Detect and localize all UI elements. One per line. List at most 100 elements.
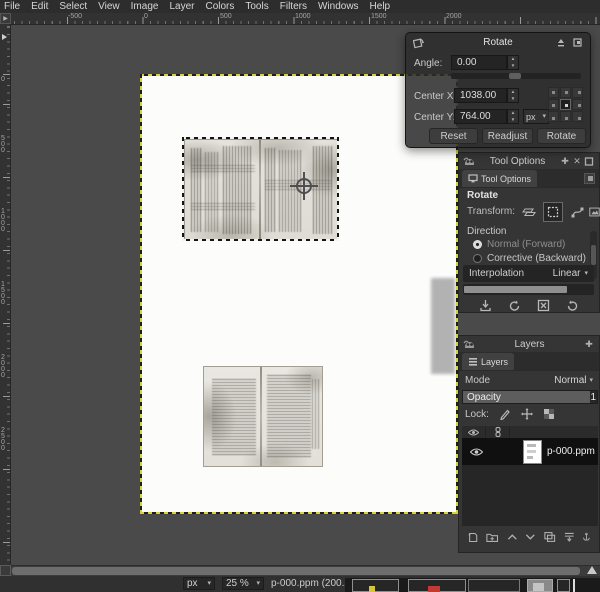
pivot-cell-left[interactable]	[548, 99, 559, 110]
chevron-down-icon: ▾	[589, 377, 593, 384]
pivot-cell-top-left[interactable]	[548, 87, 559, 98]
center-x-spinner[interactable]: ▲ ▼	[507, 88, 519, 103]
zoom-dropdown[interactable]: 25 % ▾	[222, 577, 264, 590]
status-unit-dropdown[interactable]: px ▾	[183, 577, 215, 590]
taskbar-item[interactable]	[352, 579, 399, 592]
pivot-cell-bottom[interactable]	[560, 111, 571, 122]
menu-colors[interactable]: Colors	[205, 1, 234, 12]
mode-dropdown[interactable]: Normal ▾	[554, 375, 593, 386]
taskbar-item[interactable]	[468, 579, 520, 592]
lock-pixels-icon[interactable]	[499, 408, 511, 420]
angle-input[interactable]	[451, 55, 507, 70]
pivot-cell-bottom-right[interactable]	[572, 111, 583, 122]
raise-layer-icon[interactable]	[507, 533, 518, 541]
taskbar-item[interactable]	[408, 579, 466, 592]
tab-menu-button[interactable]	[584, 173, 595, 184]
auto-raise-icon[interactable]	[556, 38, 566, 47]
menu-edit[interactable]: Edit	[31, 1, 48, 12]
menu-help[interactable]: Help	[370, 1, 391, 12]
hruler-label: 1000	[295, 13, 311, 20]
pivot-position-grid[interactable]	[548, 87, 585, 124]
direction-normal-option[interactable]: Normal (Forward)	[473, 239, 565, 250]
tab-layers[interactable]: Layers	[462, 353, 514, 370]
opacity-label: Opacity	[467, 392, 501, 403]
detach-panel-icon[interactable]	[583, 157, 595, 166]
pivot-cell-top-right[interactable]	[572, 87, 583, 98]
vertical-ruler[interactable]: 0 500 1000 1500 2000 2500	[0, 24, 11, 565]
menu-tools[interactable]: Tools	[245, 1, 268, 12]
rotate-dialog[interactable]: Rotate Angle: ▲ ▼ Center X: ▲ ▼ Center Y…	[405, 32, 591, 148]
save-tool-preset-icon[interactable]	[479, 299, 492, 312]
tool-options-horizontal-scrollbar[interactable]	[463, 284, 594, 295]
pivot-cell-center[interactable]	[560, 99, 571, 110]
radio-unselected-icon[interactable]	[473, 254, 482, 263]
configure-tab-icon[interactable]: ✚	[583, 339, 595, 350]
layers-titlebar[interactable]: Layers ✚	[459, 336, 599, 352]
taskbar-item[interactable]	[557, 579, 570, 592]
layer-thumbnail[interactable]	[523, 440, 542, 464]
scroll-up-arrow-icon[interactable]	[587, 566, 597, 574]
tool-options-button-row	[459, 297, 599, 314]
visibility-column-header[interactable]	[462, 426, 486, 438]
rotate-pivot-marker[interactable]	[296, 178, 312, 194]
menu-filters[interactable]: Filters	[280, 1, 307, 12]
tool-options-titlebar[interactable]: Tool Options ✚ ✕	[459, 153, 599, 169]
unit-dropdown[interactable]: px ▾	[523, 109, 549, 124]
spin-down-icon[interactable]: ▼	[508, 117, 518, 124]
transform-path-button[interactable]	[567, 202, 587, 222]
selection-icon	[547, 206, 559, 218]
taskbar-item[interactable]	[527, 579, 553, 592]
lower-layer-icon[interactable]	[525, 533, 536, 541]
spin-down-icon[interactable]: ▼	[508, 63, 518, 70]
angle-slider[interactable]	[451, 73, 581, 79]
transform-image-button[interactable]	[589, 202, 600, 222]
layer-list[interactable]: p-000.ppm	[462, 438, 598, 526]
rotate-dialog-titlebar[interactable]: Rotate	[406, 33, 590, 51]
opacity-slider[interactable]: Opacity 1	[462, 390, 598, 404]
rotate-button[interactable]: Rotate	[537, 128, 586, 144]
new-group-icon[interactable]	[486, 531, 498, 543]
lock-alpha-icon[interactable]	[543, 408, 555, 420]
quick-mask-button[interactable]	[0, 565, 11, 576]
anchor-layer-icon[interactable]	[582, 531, 591, 543]
menu-image[interactable]: Image	[131, 1, 159, 12]
delete-tool-preset-icon[interactable]	[537, 299, 550, 312]
radio-selected-icon[interactable]	[473, 240, 482, 249]
center-y-spinner[interactable]: ▲ ▼	[507, 109, 519, 124]
menu-windows[interactable]: Windows	[318, 1, 359, 12]
close-panel-icon[interactable]: ✕	[571, 156, 583, 167]
ruler-origin-button[interactable]: ▶	[0, 13, 11, 24]
pivot-cell-bottom-left[interactable]	[548, 111, 559, 122]
angle-spinner[interactable]: ▲ ▼	[507, 55, 519, 70]
menu-view[interactable]: View	[98, 1, 120, 12]
configure-tab-icon[interactable]: ✚	[559, 156, 571, 167]
merge-down-icon[interactable]	[564, 531, 575, 543]
angle-slider-handle[interactable]	[509, 73, 521, 79]
duplicate-layer-icon[interactable]	[544, 531, 555, 543]
menu-file[interactable]: File	[4, 1, 20, 12]
spin-down-icon[interactable]: ▼	[508, 96, 518, 103]
menu-select[interactable]: Select	[59, 1, 87, 12]
horizontal-ruler[interactable]: -500 0 500 1000 1500 2000	[11, 13, 600, 25]
reset-button[interactable]: Reset	[429, 128, 478, 144]
menu-layer[interactable]: Layer	[169, 1, 194, 12]
transform-selection-button[interactable]	[543, 202, 563, 222]
transform-layer-button[interactable]	[519, 202, 539, 222]
lock-position-icon[interactable]	[521, 408, 533, 420]
center-y-input[interactable]	[454, 109, 507, 124]
horizontal-scrollbar-thumb[interactable]	[12, 567, 580, 575]
restore-tool-preset-icon[interactable]	[508, 299, 521, 312]
layer-row-selected[interactable]: p-000.ppm	[462, 438, 598, 465]
eye-icon[interactable]	[470, 448, 483, 456]
interpolation-dropdown[interactable]: Interpolation Linear ▾	[463, 265, 594, 282]
pivot-cell-top[interactable]	[560, 87, 571, 98]
center-x-input[interactable]	[454, 88, 507, 103]
tab-tool-options[interactable]: Tool Options	[462, 170, 537, 187]
direction-corrective-option[interactable]: Corrective (Backward)	[473, 253, 586, 264]
reset-tool-options-icon[interactable]	[566, 299, 579, 312]
pivot-cell-right[interactable]	[572, 99, 583, 110]
readjust-button[interactable]: Readjust	[482, 128, 533, 144]
detach-dialog-icon[interactable]	[573, 38, 582, 47]
link-column-header[interactable]	[486, 426, 510, 438]
new-layer-icon[interactable]	[467, 531, 478, 544]
